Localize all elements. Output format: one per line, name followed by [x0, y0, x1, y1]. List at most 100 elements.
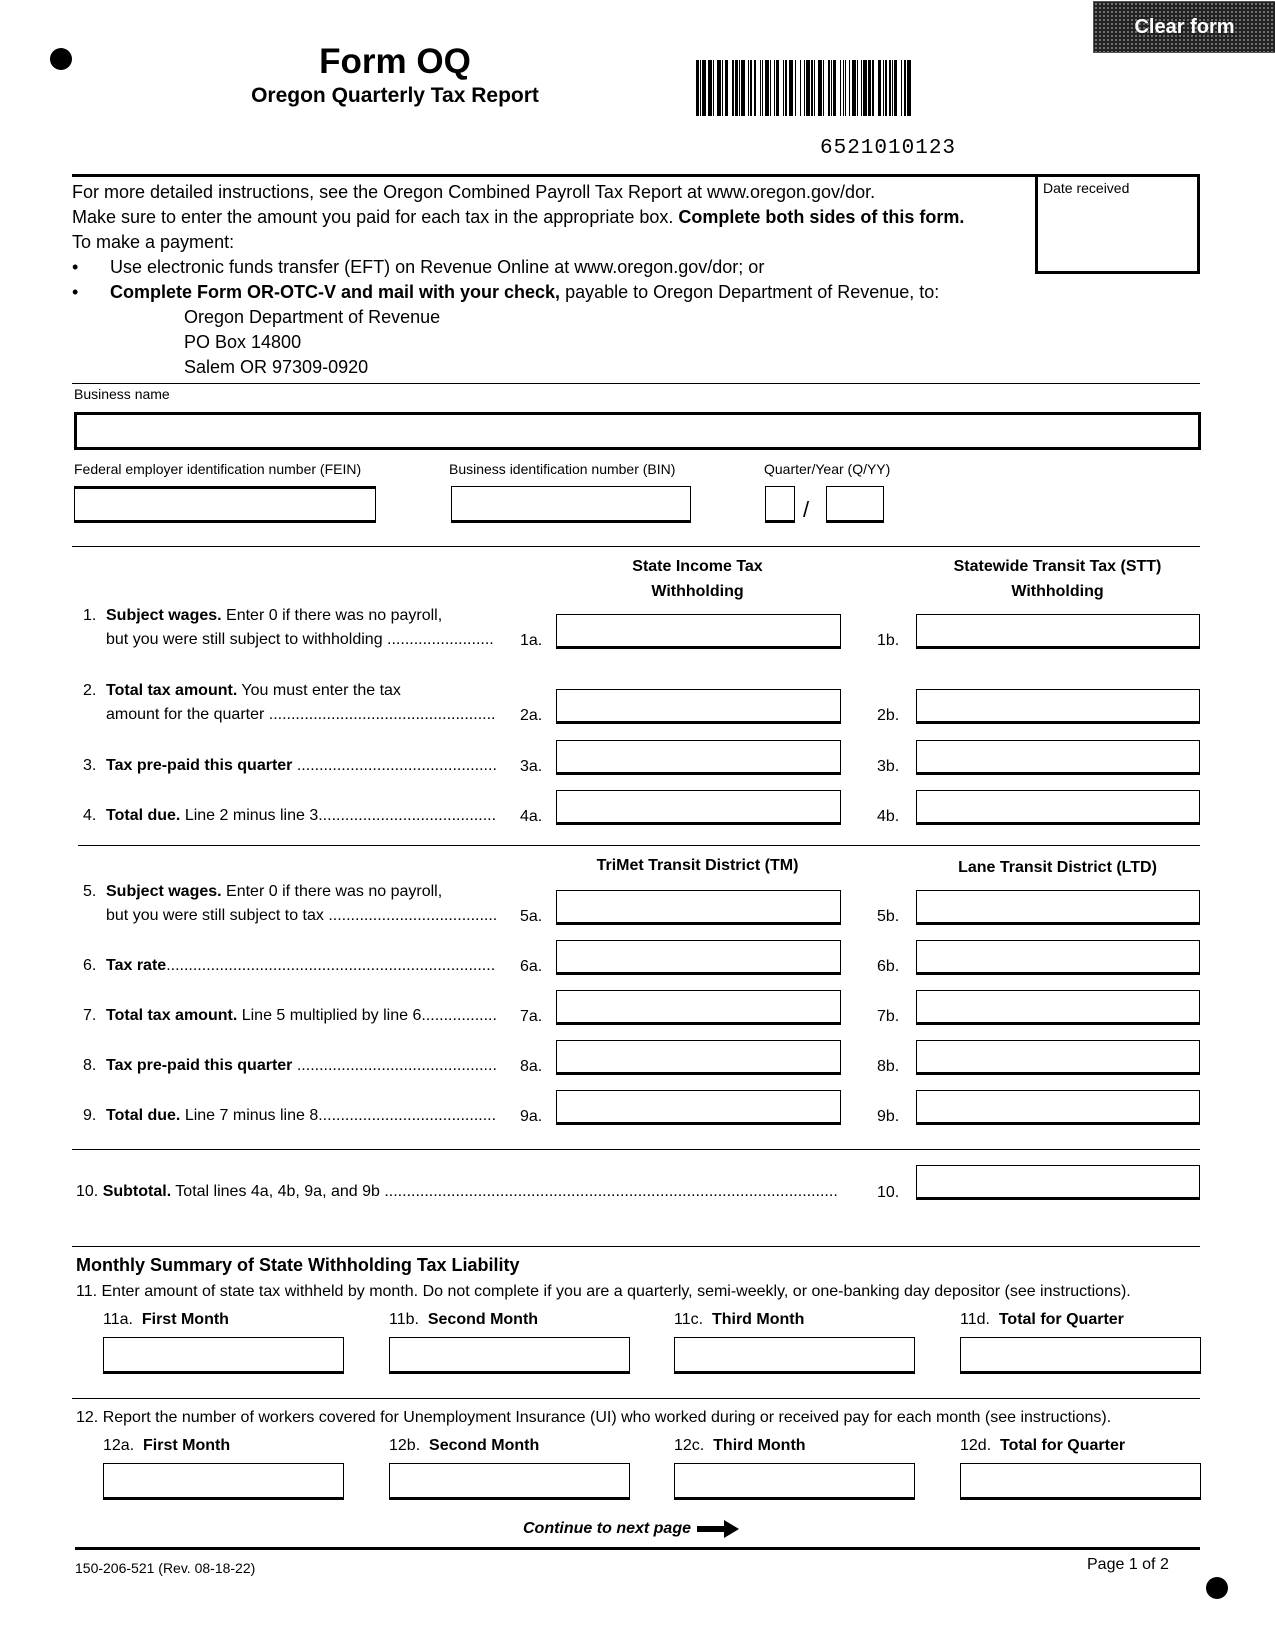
month-field[interactable]	[103, 1337, 344, 1374]
line-field-b[interactable]	[916, 614, 1200, 649]
month-input[interactable]	[390, 1464, 629, 1497]
month-field[interactable]	[674, 1463, 915, 1500]
amount-input[interactable]	[917, 1091, 1199, 1122]
line-field-b[interactable]	[916, 1040, 1200, 1075]
barcode-number: 6521010123	[820, 137, 957, 160]
divider	[72, 383, 1200, 384]
line-field-a[interactable]	[556, 740, 841, 775]
bullet-item: • Complete Form OR-OTC-V and mail with y…	[72, 280, 1032, 305]
date-received-box: Date received	[1035, 174, 1200, 274]
amount-input[interactable]	[917, 615, 1199, 646]
line-field-a[interactable]	[556, 614, 841, 649]
instructions: For more detailed instructions, see the …	[72, 180, 1032, 380]
amount-input[interactable]	[917, 791, 1199, 822]
amount-input[interactable]	[557, 690, 840, 721]
amount-input[interactable]	[557, 1091, 840, 1122]
line-field-b[interactable]	[916, 940, 1200, 975]
amount-input[interactable]	[557, 891, 840, 922]
clear-form-button[interactable]: Clear form	[1093, 1, 1275, 53]
divider	[72, 546, 1200, 547]
line-field-a[interactable]	[556, 1090, 841, 1125]
line-description: Total lines 4a, 4b, 9a, and 9b .........…	[171, 1183, 838, 1200]
amount-input[interactable]	[557, 1041, 840, 1072]
month-field[interactable]	[960, 1463, 1201, 1500]
line-field-b[interactable]	[916, 890, 1200, 925]
month-input[interactable]	[961, 1464, 1200, 1497]
month-field[interactable]	[960, 1337, 1201, 1374]
line-11-instructions: 11. Enter amount of state tax withheld b…	[76, 1283, 1131, 1300]
line-id: 4a.	[520, 808, 543, 825]
line-field-a[interactable]	[556, 1040, 841, 1075]
month-name: First Month	[141, 1311, 229, 1328]
line-description: ........................................…	[292, 1057, 497, 1074]
page-number: Page 1 of 2	[1087, 1556, 1169, 1573]
divider	[72, 1149, 1200, 1150]
address-line: Oregon Department of Revenue	[184, 307, 441, 327]
amount-input[interactable]	[917, 741, 1199, 772]
amount-input[interactable]	[917, 690, 1199, 721]
month-id: 11b.	[389, 1311, 419, 1328]
line-field-a[interactable]	[556, 990, 841, 1025]
line-number: 5.	[83, 883, 97, 900]
bin-input[interactable]	[452, 487, 690, 520]
line-field-a[interactable]	[556, 940, 841, 975]
month-input[interactable]	[104, 1464, 343, 1497]
line-field-b[interactable]	[916, 689, 1200, 724]
line-label: 6. Tax rate..............................…	[83, 954, 495, 978]
line-field-b[interactable]	[916, 740, 1200, 775]
month-name: Second Month	[427, 1311, 539, 1328]
bin-label: Business identification number (BIN)	[449, 461, 676, 477]
amount-input[interactable]	[557, 741, 840, 772]
month-field[interactable]	[103, 1463, 344, 1500]
amount-input[interactable]	[557, 941, 840, 972]
line-field-a[interactable]	[556, 890, 841, 925]
line-description: Line 5 multiplied by line 6.............…	[237, 1007, 497, 1024]
bullet-text: Complete Form OR-OTC-V and mail with you…	[110, 280, 939, 305]
line-field-b[interactable]	[916, 1090, 1200, 1125]
line-description: ........................................…	[166, 957, 496, 974]
form-subtitle: Oregon Quarterly Tax Report	[251, 84, 539, 107]
line-12-instructions: 12. Report the number of workers covered…	[76, 1409, 1112, 1426]
line-field-a[interactable]	[556, 790, 841, 825]
column-header-line: State Income Tax	[632, 558, 763, 575]
subtotal-input[interactable]	[917, 1166, 1199, 1197]
amount-input[interactable]	[557, 791, 840, 822]
divider	[78, 845, 1200, 846]
column-header-statewide-transit-tax: Statewide Transit Tax (STT) Withholding	[915, 554, 1200, 604]
year-field[interactable]	[826, 486, 884, 523]
amount-input[interactable]	[917, 1041, 1199, 1072]
amount-input[interactable]	[917, 891, 1199, 922]
business-name-field[interactable]	[74, 412, 1201, 450]
amount-input[interactable]	[557, 991, 840, 1022]
line-field-b[interactable]	[916, 990, 1200, 1025]
continue-text: Continue to next page	[523, 1520, 691, 1537]
amount-input[interactable]	[557, 615, 840, 646]
bin-field[interactable]	[451, 486, 691, 523]
quarter-field[interactable]	[765, 486, 795, 523]
month-input[interactable]	[675, 1464, 914, 1497]
line-description: Line 7 minus line 8.....................…	[180, 1107, 497, 1124]
month-field[interactable]	[389, 1463, 630, 1500]
amount-input[interactable]	[917, 991, 1199, 1022]
business-name-input[interactable]	[77, 415, 1198, 447]
month-field[interactable]	[389, 1337, 630, 1374]
line-number: 3.	[83, 757, 97, 774]
month-field[interactable]	[674, 1337, 915, 1374]
line-number: 4.	[83, 807, 97, 824]
line-field-a[interactable]	[556, 689, 841, 724]
fein-input[interactable]	[75, 489, 375, 520]
month-input[interactable]	[961, 1338, 1200, 1371]
month-input[interactable]	[104, 1338, 343, 1371]
bullet-icon: •	[72, 282, 79, 302]
fein-label: Federal employer identification number (…	[74, 461, 362, 477]
month-id: 12a.	[103, 1437, 135, 1454]
month-input[interactable]	[390, 1338, 629, 1371]
line-field-b[interactable]	[916, 790, 1200, 825]
line-10-field[interactable]	[916, 1165, 1200, 1200]
amount-input[interactable]	[917, 941, 1199, 972]
fein-field[interactable]	[74, 486, 376, 523]
quarter-input[interactable]	[766, 487, 794, 520]
month-input[interactable]	[675, 1338, 914, 1371]
year-input[interactable]	[827, 487, 883, 520]
line-id: 6b.	[877, 958, 900, 975]
